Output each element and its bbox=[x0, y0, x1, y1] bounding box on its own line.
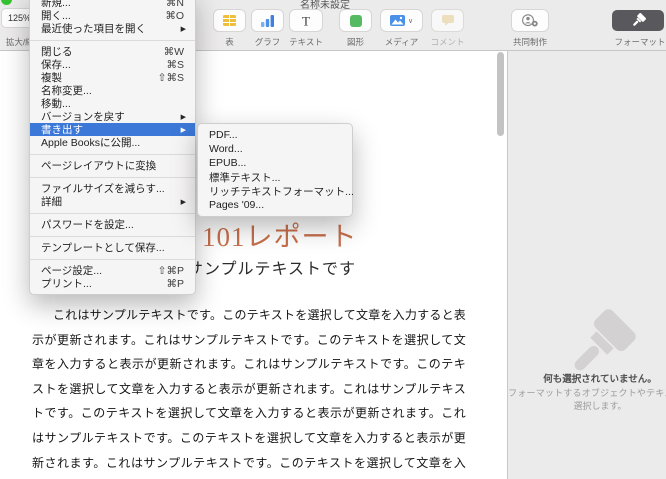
submenu-item-rtf[interactable]: リッチテキストフォーマット... bbox=[198, 184, 352, 198]
submenu-item-word[interactable]: Word... bbox=[198, 142, 352, 156]
menu-item-convert-page-layout[interactable]: ページレイアウトに変換 bbox=[30, 159, 195, 172]
menu-separator bbox=[30, 177, 195, 178]
svg-text:T: T bbox=[302, 15, 310, 27]
document-title: 101レポート bbox=[202, 215, 358, 254]
toolbar-label-collaborate: 共同制作 bbox=[508, 36, 552, 48]
toolbar-button-media[interactable]: ∨ bbox=[381, 10, 422, 31]
sidebar-empty-title: 何も選択されていません。 bbox=[508, 371, 666, 385]
menu-item-publish-apple-books[interactable]: Apple Booksに公開... bbox=[30, 136, 195, 149]
toolbar-label-comment: コメント bbox=[429, 36, 466, 48]
menu-item-print[interactable]: プリント...⌘P bbox=[30, 277, 195, 290]
submenu-arrow-icon: ▶ bbox=[181, 126, 186, 134]
toolbar-button-shape[interactable] bbox=[340, 10, 371, 31]
toolbar-button-format[interactable] bbox=[612, 10, 664, 31]
comment-icon bbox=[442, 15, 454, 26]
menu-item-set-password[interactable]: パスワードを設定... bbox=[30, 218, 195, 231]
chevron-down-icon: ∨ bbox=[408, 17, 413, 25]
toolbar-label-text: テキスト bbox=[287, 36, 325, 48]
toolbar-label-media: メディア bbox=[379, 36, 424, 48]
menu-separator bbox=[30, 40, 195, 41]
sidebar-empty-description-line2: 選択します。 bbox=[508, 399, 666, 412]
zoom-value: 125% bbox=[8, 13, 31, 23]
toolbar-label-table: 表 bbox=[214, 36, 245, 48]
toolbar-label-format: フォーマット bbox=[614, 36, 666, 48]
text-icon: T bbox=[300, 15, 312, 27]
submenu-item-pdf[interactable]: PDF... bbox=[198, 128, 352, 142]
media-icon bbox=[390, 15, 405, 26]
menu-separator bbox=[30, 259, 195, 260]
submenu-arrow-icon: ▶ bbox=[181, 198, 186, 206]
menu-separator bbox=[30, 213, 195, 214]
export-submenu: PDF... Word... EPUB... 標準テキスト... リッチテキスト… bbox=[197, 123, 353, 217]
menu-item-open-recent[interactable]: 最近使った項目を開く▶ bbox=[30, 22, 195, 35]
file-menu: 新規...⌘N 開く...⌘O 最近使った項目を開く▶ 閉じる⌘W 保存...⌘… bbox=[29, 0, 196, 295]
vertical-scrollbar[interactable] bbox=[497, 52, 504, 136]
menu-item-save-as-template[interactable]: テンプレートとして保存... bbox=[30, 241, 195, 254]
submenu-arrow-icon: ▶ bbox=[181, 25, 186, 33]
toolbar-button-table[interactable] bbox=[214, 10, 245, 31]
toolbar-button-comment bbox=[432, 10, 463, 31]
toolbar-button-chart[interactable] bbox=[252, 10, 283, 31]
format-sidebar: 何も選択されていません。 フォーマットするオブジェクトやテキストを 選択します。 bbox=[508, 51, 666, 479]
toolbar-button-collaborate[interactable] bbox=[512, 10, 548, 31]
menu-separator bbox=[30, 154, 195, 155]
menu-separator bbox=[30, 236, 195, 237]
submenu-item-plain-text[interactable]: 標準テキスト... bbox=[198, 170, 352, 184]
chart-icon bbox=[261, 15, 274, 27]
document-body-text: これはサンプルテキストです。このテキストを選択して文章を入力すると表示が更新され… bbox=[32, 303, 466, 479]
toolbar-label-shape: 図形 bbox=[337, 36, 374, 48]
sidebar-empty-description-line1: フォーマットするオブジェクトやテキストを bbox=[508, 386, 666, 399]
traffic-light-green[interactable] bbox=[1, 0, 12, 5]
table-icon bbox=[223, 15, 236, 26]
toolbar-button-text[interactable]: T bbox=[290, 10, 322, 31]
collaborate-icon bbox=[521, 14, 539, 27]
shape-icon bbox=[350, 15, 362, 27]
toolbar-label-chart: グラフ bbox=[249, 36, 286, 48]
paintbrush-icon bbox=[631, 13, 646, 28]
submenu-item-pages-09[interactable]: Pages '09... bbox=[198, 198, 352, 212]
submenu-arrow-icon: ▶ bbox=[181, 113, 186, 121]
menu-item-advanced[interactable]: 詳細▶ bbox=[30, 195, 195, 208]
submenu-item-epub[interactable]: EPUB... bbox=[198, 156, 352, 170]
